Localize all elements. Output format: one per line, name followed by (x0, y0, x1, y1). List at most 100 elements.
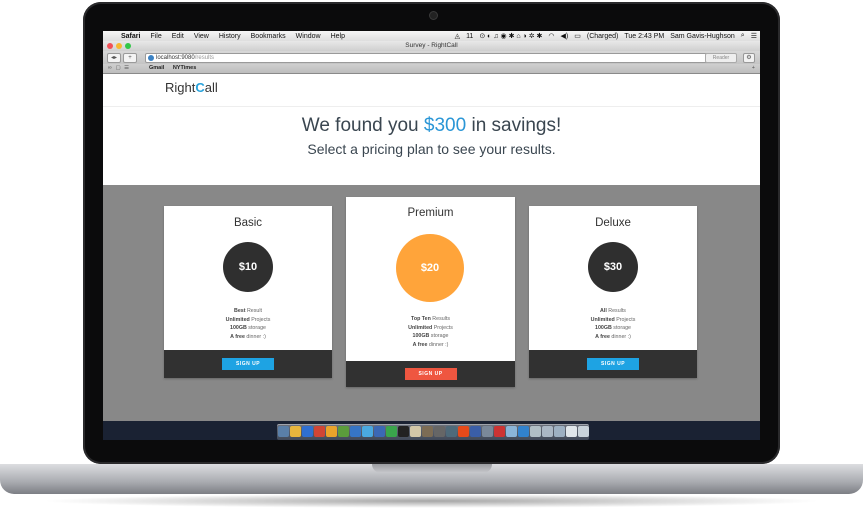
dock-app-icon[interactable] (518, 426, 529, 437)
dock-app-icon[interactable] (374, 426, 385, 437)
dock-app-icon[interactable] (386, 426, 397, 437)
feature-item: Best Result (234, 308, 262, 314)
dock-app-icon[interactable] (314, 426, 325, 437)
browser-titlebar: Survey - RightCall (103, 41, 760, 51)
plan-features: Best Result Unlimited Projects 100GB sto… (164, 307, 332, 341)
dock-app-icon[interactable] (446, 426, 457, 437)
window-title: Survey - RightCall (405, 42, 458, 49)
menu-bookmarks[interactable]: Bookmarks (251, 33, 286, 40)
app-menu-safari[interactable]: Safari (121, 33, 140, 40)
dock-app-icon[interactable] (566, 426, 577, 437)
menubar-user[interactable]: Sam Gavis-Hughson (670, 33, 735, 40)
dock-app-icon[interactable] (506, 426, 517, 437)
close-window-icon[interactable] (107, 43, 113, 49)
bookmarks-bar: ∞ ▢ ☰ Gmail NYTimes + (103, 64, 760, 74)
dock-app-icon[interactable] (362, 426, 373, 437)
laptop-shadow (40, 494, 823, 508)
plan-name: Premium (407, 207, 454, 219)
dock-app-icon[interactable] (470, 426, 481, 437)
menu-help[interactable]: Help (331, 33, 345, 40)
menubar-clock[interactable]: Tue 2:43 PM (624, 33, 664, 40)
headline-prefix: We found you (301, 115, 424, 136)
url-path: /results (194, 55, 215, 61)
webcam (429, 11, 438, 20)
adobe-status-icon[interactable]: ◬ (455, 32, 460, 40)
rightcall-logo[interactable]: RightCall (165, 80, 218, 95)
new-tab-button[interactable]: + (123, 53, 137, 63)
menu-history[interactable]: History (219, 33, 241, 40)
feature-item: Unlimited Projects (590, 316, 636, 323)
dock-app-icon[interactable] (530, 426, 541, 437)
savings-subtitle: Select a pricing plan to see your result… (307, 141, 556, 157)
url-host: localhost:9080 (156, 55, 195, 61)
plan-name: Deluxe (595, 217, 631, 229)
sign-up-button-basic[interactable]: SIGN UP (222, 358, 274, 370)
plan-card-basic: Basic $10 Best Result Unlimited Projects… (164, 206, 332, 378)
sign-up-button-premium[interactable]: SIGN UP (404, 368, 457, 380)
plan-price-circle: $20 (396, 234, 464, 302)
reader-button[interactable]: Reader (705, 53, 737, 63)
dock-app-icon[interactable] (302, 426, 313, 437)
dock-app-icon[interactable] (434, 426, 445, 437)
dock-app-icon[interactable] (422, 426, 433, 437)
battery-status[interactable]: (Charged) (587, 33, 619, 40)
dock-app-icon[interactable] (494, 426, 505, 437)
savings-headline: We found you $300 in savings! (103, 115, 760, 137)
plan-price-circle: $10 (223, 242, 273, 292)
menu-view[interactable]: View (194, 33, 209, 40)
dock-app-icon[interactable] (278, 426, 289, 437)
menu-window[interactable]: Window (296, 33, 321, 40)
plan-name: Basic (233, 217, 263, 229)
feature-item: Unlimited Projects (408, 324, 453, 331)
feature-item: All Results (600, 308, 626, 314)
plan-features: Top Ten Results Unlimited Projects 100GB… (346, 315, 515, 349)
bookmarks-icons[interactable]: ∞ ▢ ☰ (108, 64, 130, 73)
feature-item: A free dinner :) (595, 333, 631, 340)
dock-app-icon[interactable] (554, 426, 565, 437)
plan-price-circle: $30 (588, 242, 638, 292)
plan-footer: SIGN UP (164, 350, 332, 378)
dock-app-icon[interactable] (542, 426, 553, 437)
dock-app-icon[interactable] (482, 426, 493, 437)
headline-suffix: in savings! (466, 115, 562, 136)
zoom-window-icon[interactable] (125, 43, 131, 49)
wifi-icon[interactable]: ◠ (548, 32, 554, 40)
battery-icon[interactable]: ▭ (574, 32, 581, 40)
os-menubar: Safari File Edit View History Bookmarks … (103, 31, 760, 41)
dock-app-icon[interactable] (458, 426, 469, 437)
window-controls (107, 43, 131, 49)
dock-app-icon[interactable] (338, 426, 349, 437)
dock-app-icon[interactable] (398, 426, 409, 437)
bookmark-gmail[interactable]: Gmail (149, 65, 164, 71)
laptop-base-notch (372, 464, 492, 473)
back-forward-button[interactable]: ◂▸ (107, 53, 121, 63)
web-page: RightCall We found you $300 in savings! … (103, 74, 760, 421)
spotlight-icon[interactable]: ⌕ (741, 32, 745, 40)
dock-app-icon[interactable] (326, 426, 337, 437)
feature-item: A free dinner :) (412, 341, 449, 348)
address-bar[interactable]: localhost:9080/results (145, 53, 713, 63)
gear-icon[interactable]: ⚙ (743, 53, 755, 63)
plan-card-deluxe: Deluxe $30 All Results Unlimited Project… (529, 206, 697, 378)
volume-icon[interactable]: ◀) (561, 32, 569, 40)
minimize-window-icon[interactable] (116, 43, 122, 49)
nav-buttons: ◂▸ + (107, 53, 137, 63)
dock-app-icon[interactable] (410, 426, 421, 437)
menu-file[interactable]: File (150, 33, 161, 40)
laptop-screen: Safari File Edit View History Bookmarks … (103, 31, 760, 440)
status-icons[interactable]: ⊙ ◐ ♫ ◉ ✱ ⌂ ◑ ✲ ✱ (479, 32, 542, 40)
dock-app-icon[interactable] (290, 426, 301, 437)
calendar-badge[interactable]: 11 (466, 33, 473, 40)
savings-hero: We found you $300 in savings! Select a p… (103, 107, 760, 185)
menu-edit[interactable]: Edit (172, 33, 184, 40)
logo-right-text: Right (165, 80, 196, 95)
dock-app-icon[interactable] (350, 426, 361, 437)
browser-toolbar: ◂▸ + localhost:9080/results Reader ⚙ (103, 51, 760, 64)
site-header: RightCall (103, 74, 760, 107)
feature-item: 100GB storage (230, 325, 266, 332)
dock-app-icon[interactable] (578, 426, 589, 437)
list-icon[interactable]: ☰ (751, 32, 757, 40)
bookmark-nytimes[interactable]: NYTimes (173, 65, 196, 71)
sign-up-button-deluxe[interactable]: SIGN UP (587, 358, 639, 370)
add-bookmark-icon[interactable]: + (752, 64, 755, 73)
